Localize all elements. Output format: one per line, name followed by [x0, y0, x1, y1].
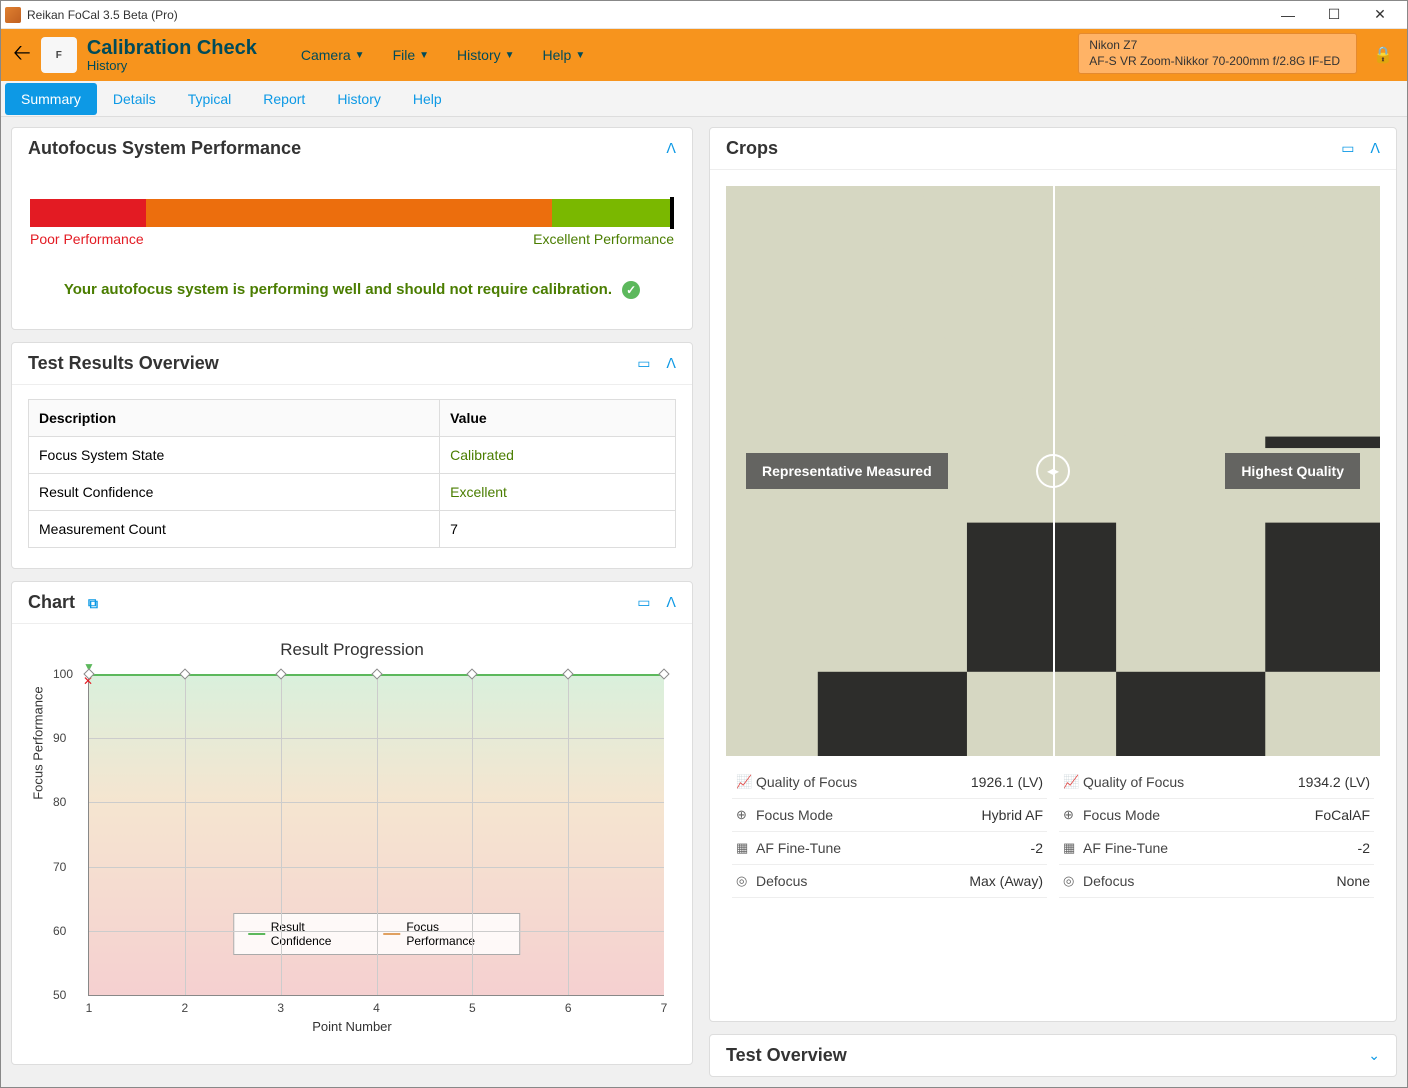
crops-panel: Crops ▭ ꓥ	[709, 127, 1397, 1022]
title-bar: Reikan FoCal 3.5 Beta (Pro) — ☐ ✕	[1, 1, 1407, 29]
overview-table: Description Value Focus System StateCali…	[28, 399, 676, 548]
device-camera: Nikon Z7	[1089, 38, 1340, 54]
x-axis-title: Point Number	[312, 1019, 391, 1034]
menu-help[interactable]: Help▼	[529, 41, 600, 69]
caret-down-icon: ▼	[355, 50, 365, 61]
table-header-row: Description Value	[29, 400, 676, 437]
back-button[interactable]: 🡠	[13, 36, 31, 74]
close-button[interactable]: ✕	[1357, 6, 1403, 23]
excellent-label: Excellent Performance	[533, 231, 674, 247]
slider-icon: ▦	[736, 840, 756, 856]
slider-icon: ▦	[1063, 840, 1083, 856]
maximize-button[interactable]: ☐	[1311, 6, 1357, 23]
left-image-label: Representative Measured	[746, 453, 948, 489]
overview-panel: Test Results Overview ▭ ꓥ Description Va…	[11, 342, 693, 569]
tab-report[interactable]: Report	[247, 83, 321, 115]
table-row: Measurement Count7	[29, 511, 676, 548]
caret-down-icon: ▼	[419, 50, 429, 61]
menu-camera[interactable]: Camera▼	[287, 41, 379, 69]
slider-handle[interactable]: ◂▸	[1036, 454, 1070, 488]
minimize-button[interactable]: —	[1265, 7, 1311, 23]
tab-details[interactable]: Details	[97, 83, 172, 115]
test-overview-panel[interactable]: Test Overview ⌄	[709, 1034, 1397, 1077]
poor-label: Poor Performance	[30, 231, 144, 247]
page-title: Calibration Check	[87, 38, 257, 58]
chevron-up-icon[interactable]: ꓥ	[1370, 140, 1380, 157]
chevron-down-icon[interactable]: ⌄	[1368, 1047, 1380, 1064]
chart-panel: Chart ⧉ ▭ ꓥ Result Progression Focus Per…	[11, 581, 693, 1065]
device-info[interactable]: Nikon Z7 AF-S VR Zoom-Nikkor 70-200mm f/…	[1078, 33, 1357, 74]
menu-history[interactable]: History▼	[443, 41, 528, 69]
chart-icon: 📈	[1063, 774, 1083, 790]
window-icon[interactable]: ▭	[1341, 140, 1354, 157]
copy-icon[interactable]: ⧉	[88, 595, 98, 611]
circle-icon: ◎	[1063, 873, 1083, 889]
tab-summary[interactable]: Summary	[5, 83, 97, 115]
performance-message: Your autofocus system is performing well…	[12, 261, 692, 329]
window-title: Reikan FoCal 3.5 Beta (Pro)	[27, 8, 1265, 22]
chart-plot[interactable]: Focus Performance ▼✕ Result Confidence F…	[30, 664, 674, 1034]
tab-history[interactable]: History	[321, 83, 397, 115]
menu-file[interactable]: File▼	[379, 41, 443, 69]
main-menu: Camera▼ File▼ History▼ Help▼	[287, 41, 599, 69]
circle-icon: ◎	[736, 873, 756, 889]
panel-title: Autofocus System Performance	[28, 138, 650, 159]
panel-title: Test Results Overview	[28, 353, 621, 374]
app-icon	[5, 7, 21, 23]
crops-metrics: 📈Quality of Focus1926.1 (LV) ⊕Focus Mode…	[726, 766, 1380, 898]
image-compare[interactable]: ◂▸ Representative Measured Highest Quali…	[726, 186, 1380, 756]
chart-icon: 📈	[736, 774, 756, 790]
tab-help[interactable]: Help	[397, 83, 458, 115]
performance-marker	[670, 197, 674, 229]
autofocus-panel: Autofocus System Performance ꓥ Poor Perf…	[11, 127, 693, 330]
page-subtitle: History	[87, 58, 257, 73]
chevron-up-icon[interactable]: ꓥ	[666, 594, 676, 611]
table-row: Focus System StateCalibrated	[29, 437, 676, 474]
y-axis-title: Focus Performance	[31, 686, 46, 799]
panel-title: Test Overview	[726, 1045, 1352, 1066]
caret-down-icon: ▼	[505, 50, 515, 61]
panel-title: Chart ⧉	[28, 592, 621, 613]
window-icon[interactable]: ▭	[637, 594, 650, 611]
lock-icon[interactable]: 🔒	[1373, 45, 1393, 65]
app-logo: F	[41, 37, 77, 73]
chevron-up-icon[interactable]: ꓥ	[666, 140, 676, 157]
chevron-up-icon[interactable]: ꓥ	[666, 355, 676, 372]
tabs-bar: Summary Details Typical Report History H…	[1, 81, 1407, 117]
check-icon: ✓	[622, 281, 640, 299]
caret-down-icon: ▼	[575, 50, 585, 61]
tab-typical[interactable]: Typical	[172, 83, 248, 115]
target-icon: ⊕	[736, 807, 756, 823]
header-bar: 🡠 F Calibration Check History Camera▼ Fi…	[1, 29, 1407, 81]
chart-title: Result Progression	[30, 640, 674, 660]
window-icon[interactable]: ▭	[637, 355, 650, 372]
table-row: Result ConfidenceExcellent	[29, 474, 676, 511]
right-image-label: Highest Quality	[1225, 453, 1360, 489]
panel-title: Crops	[726, 138, 1325, 159]
performance-bar	[30, 199, 674, 227]
device-lens: AF-S VR Zoom-Nikkor 70-200mm f/2.8G IF-E…	[1089, 54, 1340, 70]
target-icon: ⊕	[1063, 807, 1083, 823]
